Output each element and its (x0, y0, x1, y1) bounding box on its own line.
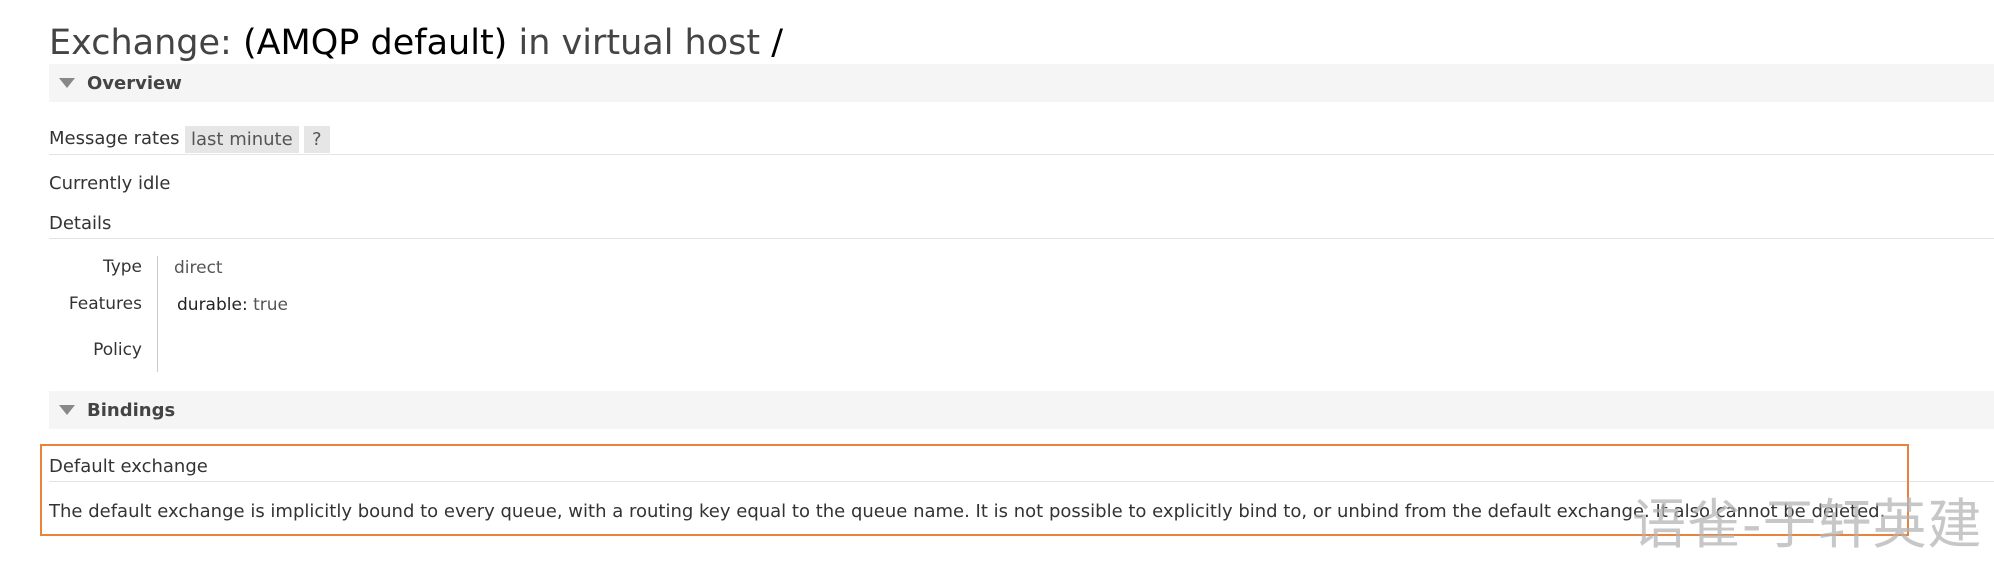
message-rates-label: Message rates (49, 128, 180, 149)
page-title-prefix: Exchange: (49, 23, 232, 63)
exchange-name: (AMQP default) (242, 23, 508, 63)
durable-key: durable: (177, 295, 248, 315)
divider (49, 238, 1994, 239)
bindings-header-label: Bindings (87, 399, 176, 421)
divider (49, 154, 1994, 155)
policy-label: Policy (93, 340, 142, 360)
collapse-triangle-icon (59, 78, 75, 88)
collapse-triangle-icon (59, 405, 75, 415)
page-title: Exchange: (AMQP default) in virtual host… (49, 18, 783, 68)
watermark: 语雀-于轩英建 (1632, 493, 1983, 556)
type-label: Type (102, 257, 142, 277)
details-separator (157, 256, 158, 372)
type-value-text: direct (174, 258, 223, 278)
details-heading: Details (49, 213, 112, 234)
highlight-box (40, 444, 1909, 536)
rate-range-selector[interactable]: last minute (185, 126, 299, 153)
page-title-middle: in virtual host (518, 23, 761, 63)
overview-header-label: Overview (87, 72, 182, 94)
vhost-name: / (771, 23, 784, 63)
bindings-section-toggle[interactable]: Bindings (49, 391, 1994, 429)
idle-status-text: Currently idle (49, 173, 171, 194)
type-value: direct (174, 256, 223, 280)
features-label: Features (68, 294, 142, 314)
overview-section-toggle[interactable]: Overview (49, 64, 1994, 102)
help-button[interactable]: ? (304, 126, 330, 153)
features-value: durable: true (177, 293, 288, 317)
durable-value: true (253, 295, 288, 315)
